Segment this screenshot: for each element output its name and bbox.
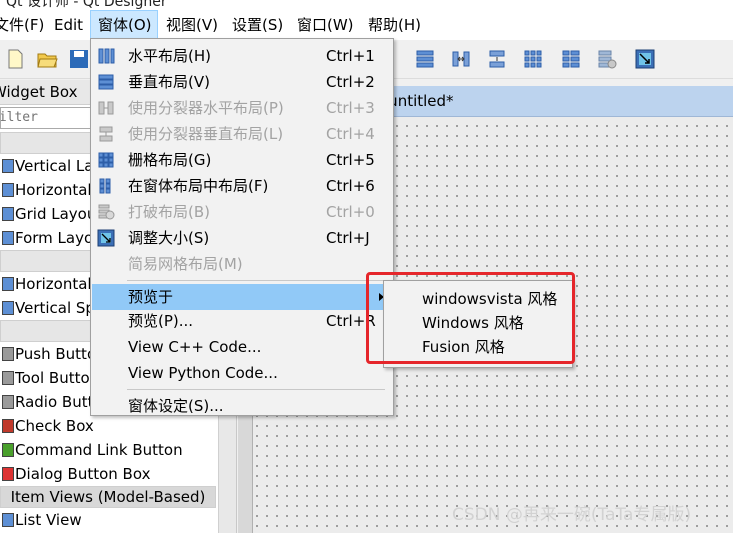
grid-layout-icon	[98, 152, 114, 168]
menu-item-label: 使用分裂器垂直布局(L)	[128, 125, 284, 143]
menu-help[interactable]: 帮助(H)	[368, 10, 421, 40]
form-menu-item-6: 打破布局(B) Ctrl+0	[92, 199, 392, 225]
horizontal-splitter-icon	[98, 101, 114, 115]
break-layout-icon	[98, 204, 115, 220]
menu-item-label: View C++ Code...	[128, 338, 262, 356]
form-menu-item-13[interactable]: View Python Code...	[92, 360, 392, 386]
widget-item-label: Vertical Sp	[15, 299, 95, 317]
vertical-splitter-icon	[99, 126, 113, 142]
menu-item-shortcut: Ctrl+6	[326, 177, 375, 195]
command-link-icon	[2, 443, 14, 457]
form-menu-item-1[interactable]: 垂直布局(V) Ctrl+2	[92, 69, 392, 95]
menu-item-label: 预览于	[128, 288, 174, 306]
widget-item-label: Dialog Button Box	[15, 465, 151, 483]
menu-item-shortcut: Ctrl+3	[326, 99, 375, 117]
menu-item-shortcut: Ctrl+5	[326, 151, 375, 169]
menu-window[interactable]: 窗口(W)	[297, 10, 354, 40]
horizontal-spacer-icon	[2, 277, 14, 291]
save-icon[interactable]	[68, 48, 88, 70]
form-menu-item-0[interactable]: 水平布局(H) Ctrl+1	[92, 43, 392, 69]
menu-item-label: 窗体设定(S)...	[128, 397, 224, 415]
menu-edit[interactable]: Edit	[54, 10, 83, 40]
menu-item-label: View Python Code...	[128, 364, 278, 382]
menu-form[interactable]: 窗体(O)	[90, 10, 158, 40]
check-box-icon	[2, 419, 14, 433]
form-layout-icon	[2, 231, 14, 245]
toolbar-adjust-size-icon[interactable]	[634, 48, 656, 70]
form-menu-item-7[interactable]: 调整大小(S) Ctrl+J	[92, 225, 392, 251]
menu-settings[interactable]: 设置(S)	[232, 10, 283, 40]
form-menu-item-10[interactable]: 预览于	[92, 284, 392, 310]
menu-item-shortcut: Ctrl+1	[326, 47, 375, 65]
menu-item-label: 垂直布局(V)	[128, 73, 210, 91]
menu-item-label: 打破布局(B)	[128, 203, 210, 221]
toolbar-grid-layout-icon[interactable]	[522, 48, 544, 70]
menu-file[interactable]: 文件(F)	[0, 10, 44, 40]
menu-item-shortcut: Ctrl+4	[326, 125, 375, 143]
vertical-layout-icon	[2, 159, 14, 173]
menu-item-shortcut: Ctrl+J	[326, 229, 370, 247]
menu-item-shortcut: Ctrl+0	[326, 203, 375, 221]
toolbar-vertical-layout-icon[interactable]	[414, 48, 436, 70]
toolbar-horizontal-splitter-icon[interactable]	[450, 48, 472, 70]
menu-item-label: 预览(P)...	[128, 312, 194, 330]
widget-item-label: Horizontal	[15, 181, 92, 199]
widget-item-label: Vertical La	[15, 157, 94, 175]
menu-item-shortcut: Ctrl+2	[326, 73, 375, 91]
menubar: 文件(F) Edit 窗体(O) 视图(V) 设置(S) 窗口(W) 帮助(H)	[0, 10, 733, 40]
new-file-icon[interactable]	[4, 48, 26, 70]
annotation-highlight-box	[366, 272, 575, 364]
form-menu-item-8: 简易网格布局(M)	[92, 251, 392, 277]
form-layout-icon	[99, 178, 111, 194]
open-folder-icon[interactable]	[36, 48, 58, 70]
menu-separator	[127, 389, 385, 390]
grid-layout-icon	[2, 207, 14, 221]
widget-item-label: Tool Butto	[15, 369, 90, 387]
form-menu-item-5[interactable]: 在窗体布局中布局(F) Ctrl+6	[92, 173, 392, 199]
watermark: CSDN @再来一碗(TaTa专属版)	[452, 505, 692, 525]
widget-category-header[interactable]: Item Views (Model-Based)	[0, 486, 216, 508]
menu-item-label: 使用分裂器水平布局(P)	[128, 99, 284, 117]
widget-item[interactable]: Dialog Button Box	[0, 462, 216, 486]
window-title-bar: Qt 设计师 - Qt Designer	[0, 0, 733, 10]
menu-item-label: 简易网格布局(M)	[128, 255, 243, 273]
toolbar-form-layout-icon[interactable]	[560, 48, 582, 70]
form-menu-item-4[interactable]: 栅格布局(G) Ctrl+5	[92, 147, 392, 173]
vertical-spacer-icon	[2, 301, 14, 315]
dialog-button-box-icon	[2, 467, 14, 481]
menu-separator	[127, 280, 385, 281]
menu-item-label: 在窗体布局中布局(F)	[128, 177, 269, 195]
list-view-icon	[2, 513, 14, 527]
toolbar-break-layout-icon[interactable]	[596, 48, 618, 70]
form-menu-item-15[interactable]: 窗体设定(S)...	[92, 393, 392, 419]
widget-item-label: Horizontal	[15, 275, 92, 293]
form-menu-item-11[interactable]: 预览(P)... Ctrl+R	[92, 308, 392, 334]
radio-button-icon	[2, 395, 14, 409]
widget-item-label: Radio Butt	[15, 393, 94, 411]
form-menu-item-12[interactable]: View C++ Code...	[92, 334, 392, 360]
vertical-layout-icon	[98, 74, 114, 90]
tool-button-icon	[2, 371, 14, 385]
menu-item-label: 栅格布局(G)	[128, 151, 212, 169]
horizontal-layout-icon	[2, 183, 14, 197]
adjust-size-icon	[97, 229, 115, 247]
widget-item[interactable]: List View	[0, 508, 216, 532]
form-dropdown-menu: 水平布局(H) Ctrl+1 垂直布局(V) Ctrl+2 使用分裂器水平布局(P) Ct…	[90, 38, 394, 416]
push-button-icon	[2, 347, 14, 361]
widget-item-label: List View	[15, 511, 82, 529]
menu-view[interactable]: 视图(V)	[166, 10, 218, 40]
widget-item-label: Command Link Button	[15, 441, 183, 459]
widget-item-label: Push Butto	[15, 345, 97, 363]
horizontal-layout-icon	[98, 48, 115, 64]
menu-item-label: 调整大小(S)	[128, 229, 210, 247]
widget-item-label: Form Layo	[15, 229, 94, 247]
window-title: Qt 设计师 - Qt Designer	[6, 0, 167, 10]
form-menu-item-3: 使用分裂器垂直布局(L) Ctrl+4	[92, 121, 392, 147]
widget-item-label: Check Box	[15, 417, 94, 435]
form-menu-item-2: 使用分裂器水平布局(P) Ctrl+3	[92, 95, 392, 121]
menu-item-label: 水平布局(H)	[128, 47, 211, 65]
widget-item-label: Grid Layou	[15, 205, 97, 223]
widget-item[interactable]: Command Link Button	[0, 438, 216, 462]
toolbar-vertical-splitter-icon[interactable]	[486, 48, 508, 70]
